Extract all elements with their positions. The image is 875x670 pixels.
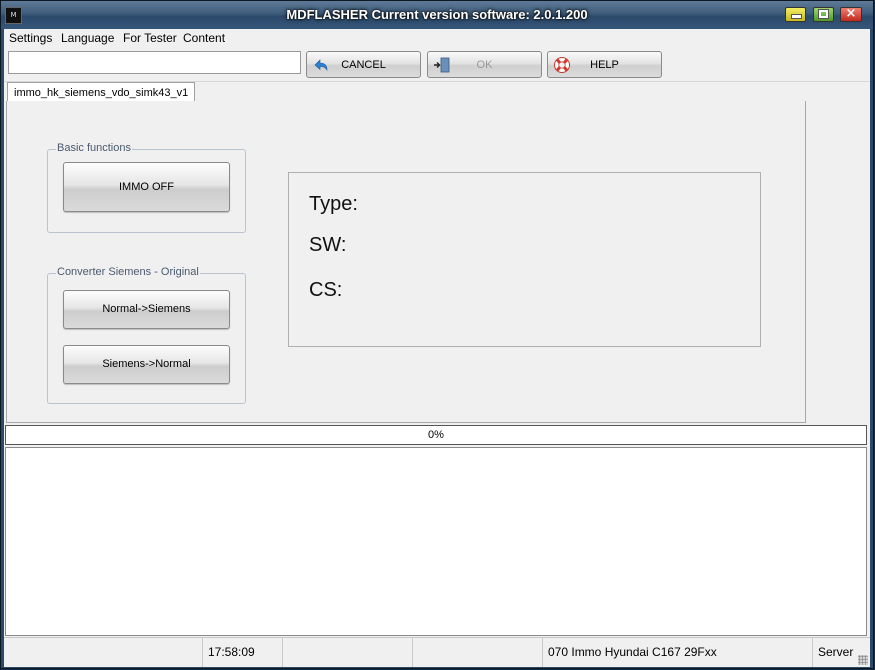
- status-time: 17:58:09: [203, 638, 283, 667]
- close-icon: ×: [845, 6, 857, 21]
- tab-strip: immo_hk_siemens_vdo_simk43_v1: [4, 81, 870, 102]
- menu-for-tester[interactable]: For Tester: [123, 31, 177, 45]
- group-converter-siemens: Converter Siemens - Original Normal->Sie…: [47, 266, 246, 404]
- resize-grip-icon[interactable]: [858, 655, 868, 665]
- ok-button[interactable]: OK: [427, 51, 542, 78]
- title-bar[interactable]: M MDFLASHER Current version software: 2.…: [1, 1, 873, 29]
- close-button[interactable]: ×: [840, 6, 862, 22]
- group-title-basic: Basic functions: [56, 142, 132, 154]
- log-output[interactable]: [5, 447, 867, 636]
- window-title: MDFLASHER Current version software: 2.0.…: [286, 7, 588, 22]
- immo-off-button[interactable]: IMMO OFF: [63, 162, 230, 212]
- minimize-button[interactable]: [785, 7, 806, 22]
- status-module: 070 Immo Hyundai C167 29Fxx: [543, 638, 813, 667]
- client-area: Settings Language For Tester Content CAN…: [4, 29, 870, 667]
- siemens-to-normal-button[interactable]: Siemens->Normal: [63, 345, 230, 384]
- menu-language[interactable]: Language: [61, 31, 114, 45]
- help-label: HELP: [590, 59, 619, 71]
- cs-label: CS:: [309, 279, 343, 301]
- cancel-label: CANCEL: [341, 59, 386, 71]
- menu-settings[interactable]: Settings: [9, 31, 52, 45]
- status-cell-empty-2: [283, 638, 413, 667]
- app-window: M MDFLASHER Current version software: 2.…: [0, 0, 874, 669]
- help-button[interactable]: HELP: [547, 51, 662, 78]
- ecu-info-panel: Type: SW: CS:: [288, 172, 761, 347]
- tab-immo-module[interactable]: immo_hk_siemens_vdo_simk43_v1: [7, 82, 196, 102]
- command-input[interactable]: [8, 51, 301, 74]
- menu-content[interactable]: Content: [183, 31, 225, 45]
- status-bar: 17:58:09 070 Immo Hyundai C167 29Fxx Ser…: [4, 637, 870, 667]
- sw-label: SW:: [309, 234, 347, 256]
- status-cell-empty-3: [413, 638, 543, 667]
- cancel-button[interactable]: CANCEL: [306, 51, 421, 78]
- progress-bar: 0%: [5, 425, 867, 445]
- progress-text: 0%: [428, 429, 444, 441]
- group-basic-functions: Basic functions IMMO OFF: [47, 142, 246, 233]
- type-label: Type:: [309, 193, 358, 215]
- toolbar: CANCEL OK HELP: [4, 48, 870, 82]
- maximize-button[interactable]: [813, 7, 834, 22]
- minimize-icon: [791, 14, 802, 19]
- normal-to-siemens-button[interactable]: Normal->Siemens: [63, 290, 230, 329]
- ok-label: OK: [476, 59, 493, 71]
- status-cell-empty-1: [4, 638, 203, 667]
- maximize-icon: [818, 9, 829, 19]
- menu-bar: Settings Language For Tester Content: [4, 29, 870, 48]
- group-title-converter: Converter Siemens - Original: [56, 266, 200, 278]
